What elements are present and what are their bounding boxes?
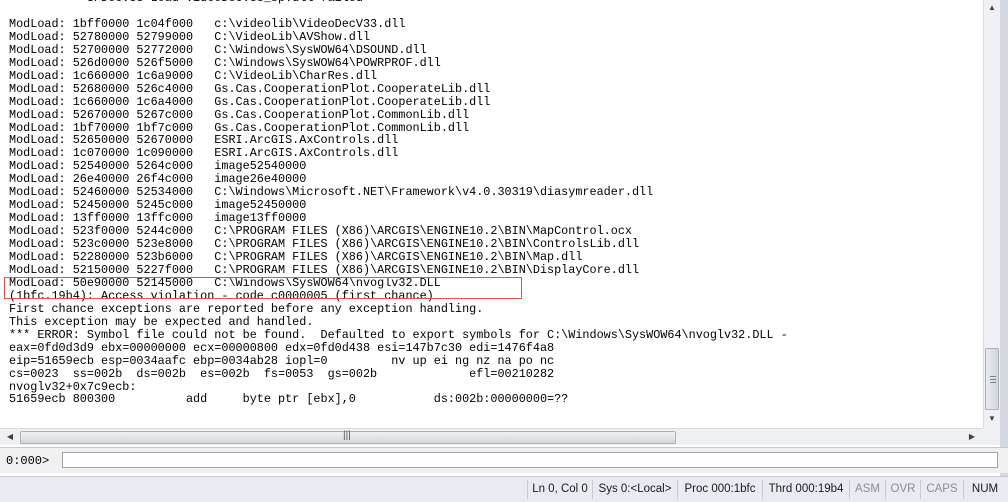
grip-line bbox=[990, 382, 996, 383]
status-ovr: OVR bbox=[885, 480, 920, 499]
status-num: NUM bbox=[963, 480, 1006, 499]
status-bar: Ln 0, Col 0 Sys 0:<Local> Proc 000:1bfc … bbox=[0, 476, 1008, 502]
window-edge bbox=[1000, 0, 1008, 476]
status-asm: ASM bbox=[849, 480, 885, 499]
command-bar: 0:000> bbox=[0, 447, 1008, 473]
scroll-left-arrow-icon[interactable]: ◀ bbox=[3, 430, 17, 444]
status-process: Proc 000:1bfc bbox=[677, 480, 762, 499]
status-system: Sys 0:<Local> bbox=[592, 480, 677, 499]
horizontal-scrollbar[interactable]: ◀ ||| ▶ bbox=[0, 428, 983, 445]
log-line: ModLoad: 52680000 526c4000 Gs.Cas.Cooper… bbox=[9, 81, 491, 96]
highlight-annotation bbox=[4, 277, 522, 299]
vertical-scroll-thumb[interactable] bbox=[985, 348, 999, 410]
log-line: ModLoad: 1c660000 1c6a9000 C:\VideoLib\C… bbox=[9, 68, 378, 83]
scroll-down-arrow-icon[interactable]: ▼ bbox=[985, 412, 999, 426]
horizontal-scroll-thumb[interactable]: ||| bbox=[20, 430, 676, 444]
vertical-scrollbar[interactable]: ▲ ▼ bbox=[983, 0, 1000, 428]
scrollbar-corner bbox=[983, 428, 1000, 445]
command-prompt: 0:000> bbox=[6, 454, 50, 468]
status-caps: CAPS bbox=[920, 480, 963, 499]
log-line: This exception may be expected and handl… bbox=[9, 314, 314, 329]
log-line: ModLoad: 52780000 52799000 C:\VideoLib\A… bbox=[9, 29, 371, 44]
command-output-window[interactable]: ===========SPDecV33 Load VideoDecV33_sp.… bbox=[0, 0, 983, 428]
log-line: ModLoad: 1c660000 1c6a4000 Gs.Cas.Cooper… bbox=[9, 94, 491, 109]
log-line: ModLoad: 1bff0000 1c04f000 c:\videolib\V… bbox=[9, 16, 406, 31]
log-line: ModLoad: 52670000 5267c000 Gs.Cas.Cooper… bbox=[9, 107, 470, 122]
scroll-up-arrow-icon[interactable]: ▲ bbox=[985, 1, 999, 15]
log-line: ===========SPDecV33 Load VideoDecV33_sp.… bbox=[9, 0, 427, 5]
scroll-grip-icon: ||| bbox=[343, 430, 351, 441]
grip-line bbox=[990, 379, 996, 380]
log-line: cs=0023 ss=002b ds=002b es=002b fs=0053 … bbox=[9, 366, 555, 381]
status-thread: Thrd 000:19b4 bbox=[762, 480, 849, 499]
log-line: *** ERROR: Symbol file could not be foun… bbox=[9, 327, 788, 342]
scroll-right-arrow-icon[interactable]: ▶ bbox=[965, 430, 979, 444]
log-line: ModLoad: 526d0000 526f5000 C:\Windows\Sy… bbox=[9, 55, 441, 70]
log-line: ModLoad: 52700000 52772000 C:\Windows\Sy… bbox=[9, 42, 427, 57]
status-line-col: Ln 0, Col 0 bbox=[527, 480, 592, 499]
log-line: 51659ecb 800300 add byte ptr [ebx],0 ds:… bbox=[9, 392, 569, 407]
grip-line bbox=[990, 376, 996, 377]
log-line: First chance exceptions are reported bef… bbox=[9, 301, 484, 316]
command-input[interactable] bbox=[62, 452, 998, 468]
log-line: ModLoad: 52150000 5227f000 C:\PROGRAM FI… bbox=[9, 262, 640, 277]
log-line: eip=51659ecb esp=0034aafc ebp=0034ab28 i… bbox=[9, 353, 555, 368]
log-line: eax=0fd0d3d9 ebx=00000000 ecx=00000800 e… bbox=[9, 340, 555, 355]
